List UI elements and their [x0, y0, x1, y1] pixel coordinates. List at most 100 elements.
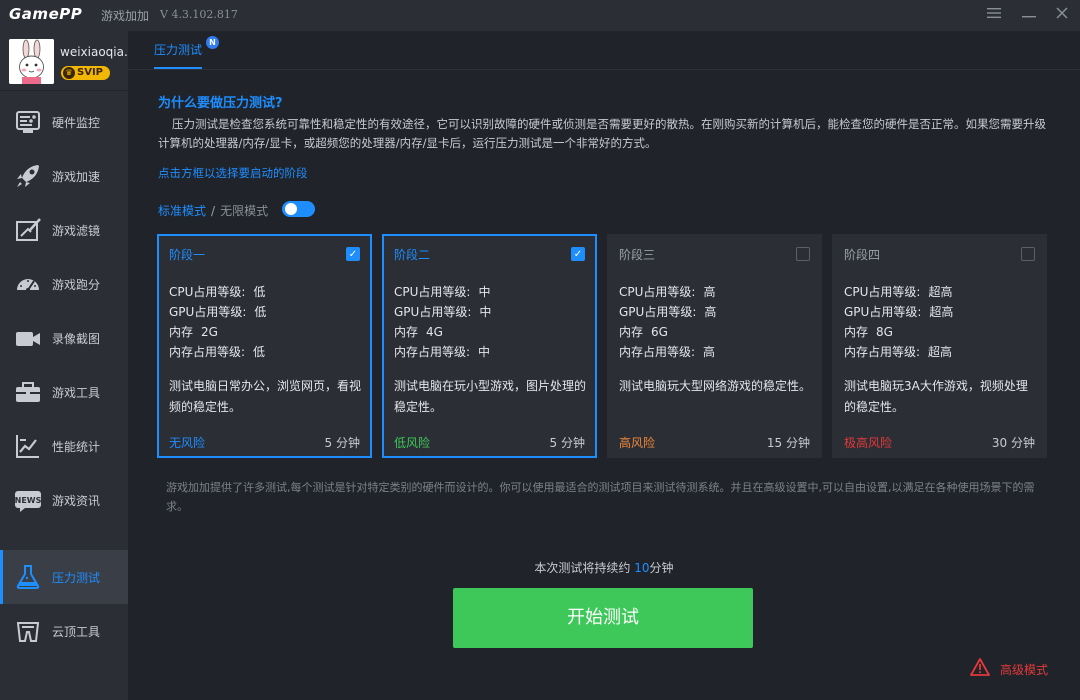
risk-label: 无风险	[169, 436, 206, 450]
memory-size: 内存 2G	[169, 325, 218, 339]
main-panel: 压力测试 N 为什么要做压力测试? 压力测试是检查您系统可靠性和稳定性的有效途径…	[128, 31, 1080, 700]
menu-icon[interactable]	[983, 4, 1005, 26]
sidebar-item-game-boost[interactable]: 游戏加速	[0, 149, 128, 203]
sidebar-item-label: 压力测试	[52, 571, 101, 585]
section-title: 为什么要做压力测试?	[158, 96, 283, 111]
sidebar-item-label: 游戏资讯	[52, 494, 101, 508]
cpu-level: CPU占用等级: 超高	[844, 285, 953, 299]
memory-size: 内存 8G	[844, 325, 893, 339]
total-duration: 本次测试将持续约 10分钟	[128, 559, 1080, 576]
memory-level: 内存占用等级: 中	[394, 345, 491, 359]
stage-title: 阶段三	[619, 248, 656, 262]
stage-checkbox[interactable]: ✓	[571, 247, 585, 261]
tab-stress-test[interactable]: 压力测试	[154, 41, 202, 58]
duration-unit: 分钟	[649, 561, 674, 575]
stage-card-3[interactable]: 阶段三 CPU占用等级: 高 GPU占用等级: 高 内存 6G 内存占用等级: 高 测试…	[607, 234, 822, 458]
hardware-monitor-icon	[14, 108, 42, 136]
sidebar-item-label: 云顶工具	[52, 625, 101, 639]
stage-duration: 5 分钟	[549, 436, 585, 450]
stage-description: 测试电脑玩3A大作游戏，视频处理的稳定性。	[844, 379, 1028, 414]
speedometer-icon	[14, 270, 42, 298]
toggle-knob	[285, 203, 297, 215]
cpu-level: CPU占用等级: 中	[394, 285, 491, 299]
gpu-level: GPU占用等级: 中	[394, 305, 492, 319]
footnote-text: 游戏加加提供了许多测试,每个测试是针对特定类别的硬件而设计的。你可以使用最适合的…	[166, 481, 1035, 513]
stage-description: 测试电脑在玩小型游戏，图片处理的稳定性。	[394, 379, 587, 414]
user-panel: weixiaoqia.. ♛ SVIP	[0, 31, 132, 91]
stage-description: 测试电脑玩大型网络游戏的稳定性。	[619, 379, 812, 393]
stage-title: 阶段二	[394, 248, 431, 262]
stage-duration: 15 分钟	[766, 436, 810, 450]
cloud-tool-icon	[14, 617, 42, 645]
risk-label: 低风险	[394, 436, 431, 450]
crown-icon: ♛	[63, 67, 75, 79]
minimize-icon[interactable]	[1018, 4, 1040, 26]
advanced-mode-link[interactable]: 高级模式	[1000, 661, 1048, 678]
avatar[interactable]	[9, 39, 54, 84]
mode-separator: /	[211, 204, 216, 218]
stage-card-1[interactable]: 阶段一 ✓ CPU占用等级: 低 GPU占用等级: 低 内存 2G 内存占用等级: 低 …	[157, 234, 372, 458]
mode-switch-labels: 标准模式 / 无限模式	[158, 202, 268, 219]
svip-badge: ♛ SVIP	[61, 66, 110, 80]
sidebar-item-performance[interactable]: 性能统计	[0, 419, 128, 473]
sidebar-item-news[interactable]: NEWS 游戏资讯	[0, 473, 128, 527]
memory-level: 内存占用等级: 高	[619, 345, 716, 359]
cpu-level: CPU占用等级: 高	[619, 285, 716, 299]
stage-title: 阶段一	[169, 248, 206, 262]
mode-infinite-label[interactable]: 无限模式	[220, 204, 268, 218]
risk-label: 高风险	[619, 436, 656, 450]
sidebar-item-label: 硬件监控	[52, 116, 101, 130]
sidebar-item-label: 游戏加速	[52, 170, 101, 184]
stage-checkbox[interactable]: ✓	[346, 247, 360, 261]
tab-divider	[128, 69, 1080, 70]
stage-card-4[interactable]: 阶段四 CPU占用等级: 超高 GPU占用等级: 超高 内存 8G 内存占用等级: 超高…	[832, 234, 1047, 458]
warning-icon[interactable]	[970, 658, 990, 676]
sidebar-item-label: 游戏跑分	[52, 278, 101, 292]
memory-level: 内存占用等级: 低	[169, 345, 266, 359]
camera-icon	[14, 324, 42, 352]
start-test-button[interactable]: 开始测试	[453, 588, 753, 648]
sidebar-item-game-tools[interactable]: 游戏工具	[0, 365, 128, 419]
sidebar-item-label: 录像截图	[52, 332, 101, 346]
description-text: 压力测试是检查您系统可靠性和稳定性的有效途径，它可以识别故障的硬件或侦测是否需要…	[158, 117, 1046, 150]
memory-level: 内存占用等级: 超高	[844, 345, 953, 359]
stage-checkbox[interactable]	[796, 247, 810, 261]
sidebar-item-game-filter[interactable]: 游戏滤镜	[0, 203, 128, 257]
rocket-icon	[14, 162, 42, 190]
filter-icon	[14, 216, 42, 244]
sidebar-item-stress-test[interactable]: 压力测试	[0, 550, 128, 604]
mode-toggle[interactable]	[282, 201, 315, 217]
title-bar: GamePP 游戏加加 V 4.3.102.817	[0, 0, 1080, 31]
sidebar-item-hardware-monitor[interactable]: 硬件监控	[0, 95, 128, 149]
svip-label: SVIP	[77, 67, 103, 78]
cpu-level: CPU占用等级: 低	[169, 285, 266, 299]
stage-card-2[interactable]: 阶段二 ✓ CPU占用等级: 中 GPU占用等级: 中 内存 4G 内存占用等级: 中 …	[382, 234, 597, 458]
close-icon[interactable]	[1051, 4, 1073, 26]
app-name: 游戏加加	[101, 9, 150, 23]
duration-value: 10	[634, 561, 650, 575]
stage-description: 测试电脑日常办公，浏览网页，看视频的稳定性。	[169, 379, 362, 414]
flask-icon	[14, 563, 42, 591]
sidebar-item-label: 游戏滤镜	[52, 224, 101, 238]
duration-prefix: 本次测试将持续约	[534, 561, 631, 575]
mode-standard-label[interactable]: 标准模式	[158, 204, 206, 218]
sidebar-item-label: 性能统计	[52, 440, 101, 454]
risk-label: 极高风险	[844, 436, 893, 450]
sidebar-item-cloud-tool[interactable]: 云顶工具	[0, 604, 128, 658]
stage-duration: 30 分钟	[991, 436, 1035, 450]
app-logo: GamePP	[9, 5, 83, 23]
app-version: V 4.3.102.817	[160, 8, 238, 21]
gpu-level: GPU占用等级: 低	[169, 305, 267, 319]
sidebar-item-label: 游戏工具	[52, 386, 101, 400]
memory-size: 内存 4G	[394, 325, 443, 339]
sidebar-item-recording[interactable]: 录像截图	[0, 311, 128, 365]
memory-size: 内存 6G	[619, 325, 668, 339]
sidebar-item-benchmark[interactable]: 游戏跑分	[0, 257, 128, 311]
stage-hint: 点击方框以选择要启动的阶段	[158, 166, 308, 180]
stage-title: 阶段四	[844, 248, 881, 262]
gpu-level: GPU占用等级: 高	[619, 305, 717, 319]
svg-text:NEWS: NEWS	[15, 496, 42, 505]
chart-icon	[14, 432, 42, 460]
stage-checkbox[interactable]	[1021, 247, 1035, 261]
username: weixiaoqia..	[60, 45, 132, 59]
